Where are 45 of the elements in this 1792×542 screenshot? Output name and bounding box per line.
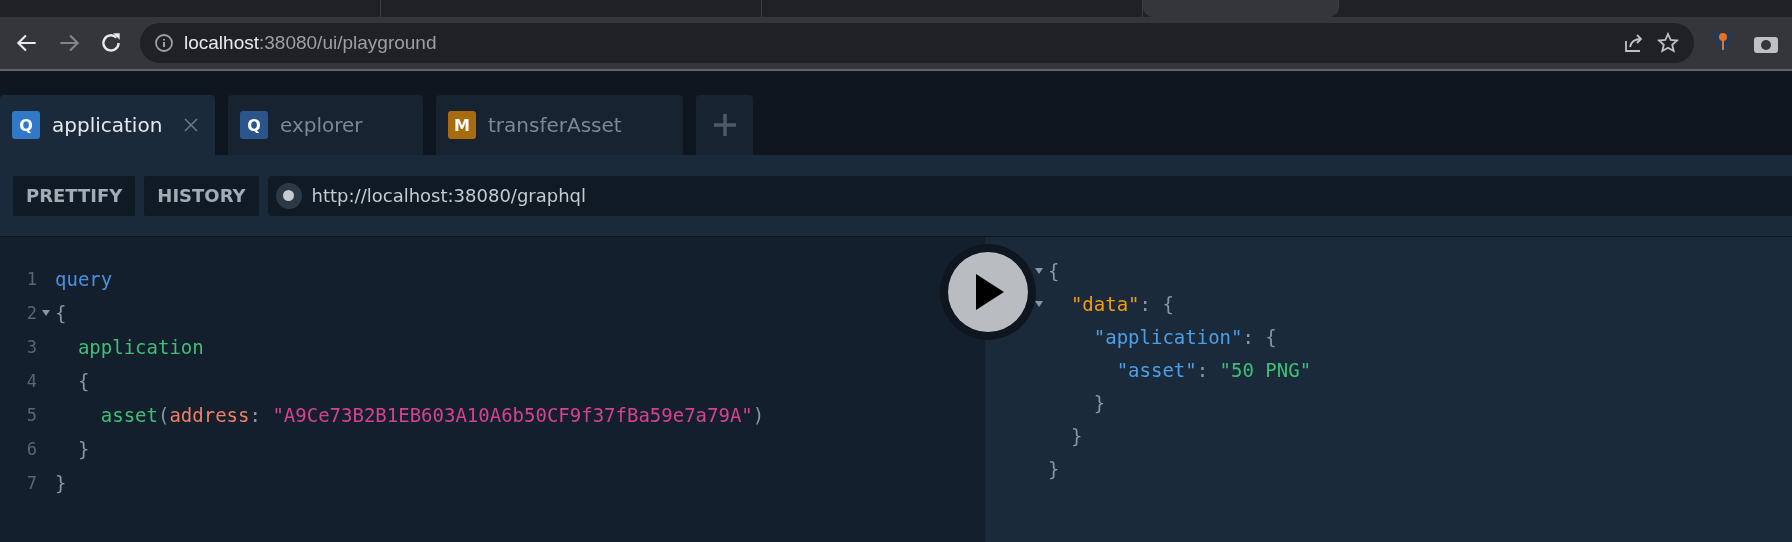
code-line: } bbox=[1069, 424, 1083, 447]
line-number: 3 bbox=[25, 337, 37, 357]
code-line: { bbox=[55, 302, 67, 324]
code-line: query bbox=[55, 268, 113, 290]
tab[interactable]: Q explorer bbox=[228, 95, 423, 155]
line-number: 6 bbox=[25, 439, 37, 459]
line-number: 1 bbox=[25, 269, 37, 289]
fold-icon[interactable] bbox=[1034, 266, 1044, 275]
code-line: } bbox=[55, 472, 67, 494]
toolbar-button[interactable]: HISTORY bbox=[144, 175, 259, 216]
tab-label: application bbox=[52, 113, 164, 137]
code-line: } bbox=[1048, 457, 1060, 480]
line-number: 2 bbox=[25, 303, 37, 323]
code-line: "application": { bbox=[1092, 325, 1277, 348]
code-line: } bbox=[76, 438, 90, 460]
code-line: application bbox=[76, 336, 204, 358]
line-number: 7 bbox=[25, 473, 37, 493]
info-icon[interactable] bbox=[154, 33, 174, 53]
status-icon bbox=[275, 182, 302, 209]
operation-badge: M bbox=[448, 111, 476, 139]
code-line: { bbox=[76, 370, 90, 392]
code-line: "data": { bbox=[1069, 292, 1174, 315]
url-text: localhost:38080/ui/playground bbox=[184, 32, 438, 54]
toolbar-button[interactable]: PRETTIFY bbox=[13, 175, 136, 216]
operation-badge: Q bbox=[240, 111, 268, 139]
tab-label: explorer bbox=[280, 113, 364, 137]
code-line: "asset": "50 PNG" bbox=[1115, 358, 1312, 381]
code-line: asset(address: "A9Ce73B2B1EB603A10A6b50CF9f37fBa59e7a79A") bbox=[99, 404, 765, 426]
tab-label: transferAsset bbox=[488, 113, 623, 137]
operation-badge: Q bbox=[12, 111, 40, 139]
query-editor[interactable]: 1 query 2 { 3 application 4 { 5 asset(address: "A9Ce73B2B1EB603A10A6b50CF9f37fBa59e7a79A") 6 } 7 } bbox=[0, 237, 985, 542]
endpoint-url: http://localhost:38080/graphql bbox=[311, 185, 587, 206]
star-icon[interactable] bbox=[1656, 31, 1680, 55]
code-line: } bbox=[1092, 391, 1106, 414]
tab[interactable]: M transferAsset bbox=[436, 95, 683, 155]
run-button[interactable] bbox=[940, 244, 1036, 340]
line-number: 5 bbox=[25, 405, 37, 425]
endpoint-field[interactable]: http://localhost:38080/graphql bbox=[267, 175, 1792, 216]
fold-icon[interactable] bbox=[41, 309, 51, 317]
fold-icon[interactable] bbox=[1034, 299, 1044, 308]
address-bar[interactable]: localhost:38080/ui/playground bbox=[140, 23, 1694, 63]
code-line: { bbox=[1048, 259, 1060, 282]
line-number: 4 bbox=[25, 371, 37, 391]
close-icon[interactable] bbox=[183, 117, 199, 133]
tab[interactable]: Q application bbox=[0, 95, 215, 155]
